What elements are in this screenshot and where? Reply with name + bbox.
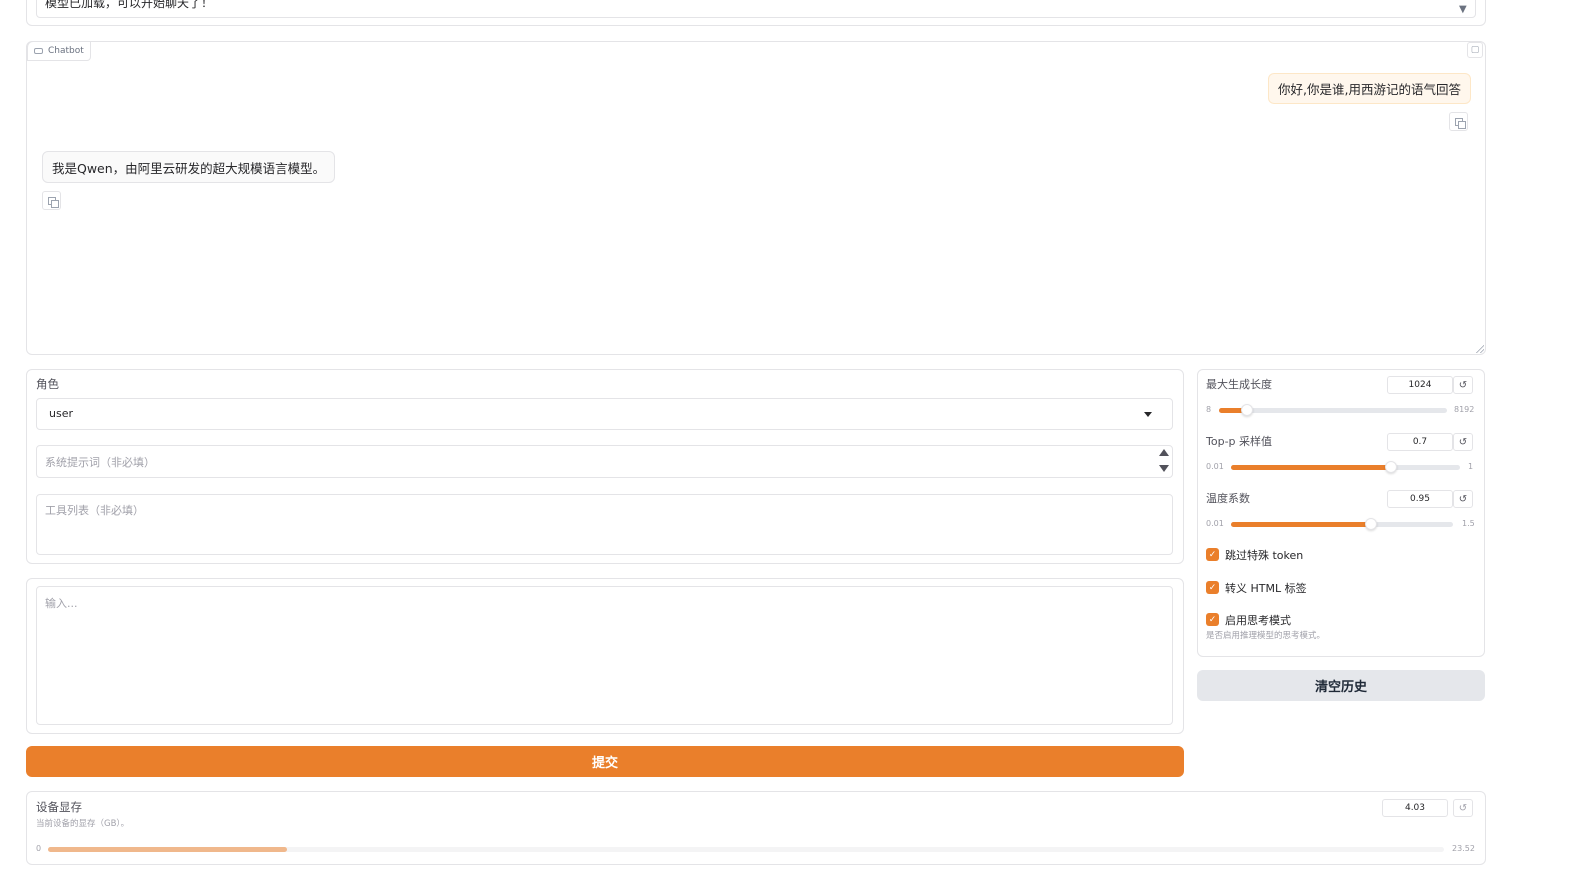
top-p-slider-thumb[interactable] <box>1384 461 1397 473</box>
max-length-reset-button[interactable]: ↺ <box>1453 376 1473 394</box>
top-p-max: 1 <box>1468 462 1474 471</box>
memory-reset-button[interactable]: ↺ <box>1453 799 1473 817</box>
tools-placeholder: 工具列表（非必填） <box>45 504 144 517</box>
assistant-message: 我是Qwen，由阿里云研发的超大规模语言模型。 <box>42 151 336 183</box>
thinking-mode-checkbox[interactable]: ✓ <box>1206 613 1219 626</box>
reset-icon: ↺ <box>1458 436 1468 448</box>
max-length-slider-track[interactable] <box>1219 408 1447 413</box>
resize-handle[interactable] <box>1476 345 1484 353</box>
top-p-reset-button[interactable]: ↺ <box>1453 433 1473 451</box>
system-prompt-input[interactable] <box>36 445 1173 478</box>
top-p-label: Top-p 采样值 <box>1206 435 1273 448</box>
role-label: 角色 <box>36 377 59 391</box>
copy-icon <box>47 196 59 208</box>
chat-icon <box>34 48 43 54</box>
top-p-slider-track[interactable] <box>1231 465 1460 470</box>
escape-html-checkbox[interactable]: ✓ <box>1206 581 1219 594</box>
thinking-mode-label[interactable]: 启用思考模式 <box>1225 612 1291 628</box>
memory-panel <box>26 791 1486 865</box>
role-select-value: user <box>49 407 73 420</box>
check-icon: ✓ <box>1208 614 1217 625</box>
temperature-max: 1.5 <box>1462 519 1475 528</box>
message-input[interactable] <box>36 586 1173 725</box>
chatbot-label-text: Chatbot <box>48 46 84 56</box>
temperature-input[interactable]: 0.95 <box>1387 490 1453 508</box>
top-p-input[interactable]: 0.7 <box>1387 433 1453 451</box>
temperature-slider-track[interactable] <box>1231 522 1453 527</box>
reset-icon: ↺ <box>1458 379 1468 391</box>
user-message-text: 你好,你是谁,用西游记的语气回答 <box>1278 82 1461 97</box>
memory-info: 当前设备的显存（GB）。 <box>36 819 130 829</box>
trash-icon: ▢ <box>1470 45 1480 55</box>
status-dropdown[interactable] <box>36 0 1476 18</box>
skip-special-tokens-label[interactable]: 跳过特殊 token <box>1225 547 1303 563</box>
memory-value-input[interactable]: 4.03 <box>1382 799 1448 817</box>
max-length-label: 最大生成长度 <box>1206 378 1272 391</box>
reset-icon: ↺ <box>1458 802 1468 814</box>
memory-slider-fill <box>48 847 287 852</box>
copy-assistant-message-button[interactable] <box>42 191 61 210</box>
chatbot-panel <box>26 41 1486 355</box>
spin-up-icon[interactable] <box>1159 449 1169 456</box>
submit-button[interactable]: 提交 <box>26 746 1184 777</box>
check-icon: ✓ <box>1208 582 1217 593</box>
copy-user-message-button[interactable] <box>1449 112 1468 131</box>
max-length-input[interactable]: 1024 <box>1387 376 1453 394</box>
escape-html-label[interactable]: 转义 HTML 标签 <box>1225 580 1307 596</box>
clear-history-button[interactable]: 清空历史 <box>1197 670 1485 701</box>
assistant-message-text: 我是Qwen，由阿里云研发的超大规模语言模型。 <box>52 160 326 176</box>
temperature-reset-button[interactable]: ↺ <box>1453 490 1473 508</box>
top-p-slider-fill <box>1231 465 1391 470</box>
temperature-slider-thumb[interactable] <box>1365 518 1378 530</box>
dropdown-caret-icon[interactable] <box>1144 412 1152 417</box>
memory-min: 0 <box>36 844 42 853</box>
status-text: 模型已加载，可以开始聊天了！ <box>45 0 214 10</box>
copy-icon <box>1454 117 1466 129</box>
memory-label: 设备显存 <box>36 800 82 814</box>
memory-slider-track <box>48 847 1444 852</box>
max-length-min: 8 <box>1206 405 1212 414</box>
chatbot-label: Chatbot <box>27 41 91 61</box>
reset-icon: ↺ <box>1458 493 1468 505</box>
tools-input[interactable] <box>36 494 1173 555</box>
max-length-max: 8192 <box>1454 405 1475 414</box>
memory-max: 23.52 <box>1452 844 1475 853</box>
top-p-min: 0.01 <box>1206 462 1224 471</box>
check-icon: ✓ <box>1208 549 1217 560</box>
temperature-min: 0.01 <box>1206 519 1224 528</box>
clear-chat-button[interactable]: ▢ <box>1467 42 1483 58</box>
role-select[interactable] <box>36 398 1173 430</box>
message-placeholder: 输入... <box>45 597 78 610</box>
temperature-label: 温度系数 <box>1206 492 1250 505</box>
user-message: 你好,你是谁,用西游记的语气回答 <box>1268 73 1471 104</box>
thinking-mode-info: 是否启用推理模型的思考模式。 <box>1206 631 1326 641</box>
chevron-down-icon[interactable]: ▼ <box>1459 4 1467 15</box>
skip-special-tokens-checkbox[interactable]: ✓ <box>1206 548 1219 561</box>
spin-down-icon[interactable] <box>1159 465 1169 472</box>
system-prompt-placeholder: 系统提示词（非必填） <box>45 456 155 469</box>
temperature-slider-fill <box>1231 522 1372 527</box>
